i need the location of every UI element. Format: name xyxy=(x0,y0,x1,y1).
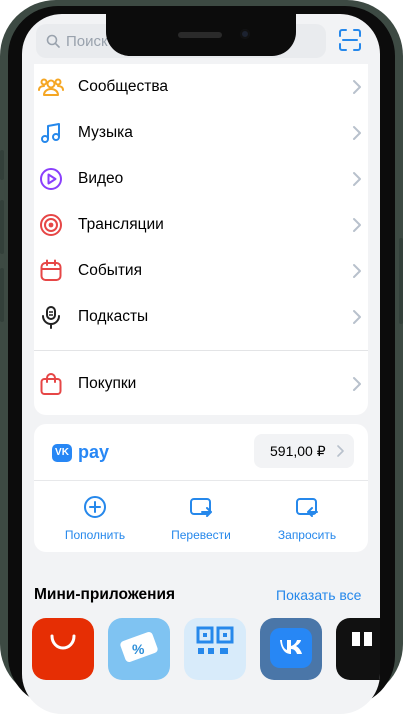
menu-item-label: Сообщества xyxy=(78,78,169,95)
menu-item-purchases[interactable]: Покупки xyxy=(34,361,368,407)
chevron-right-icon xyxy=(353,218,361,232)
vk-logo-icon: VK xyxy=(52,443,72,462)
menu-item-label: Видео xyxy=(78,170,124,187)
request-button[interactable]: Запросить xyxy=(257,494,357,542)
svg-text:%: % xyxy=(132,641,145,657)
menu-item-events[interactable]: События xyxy=(34,248,368,294)
chevron-right-icon xyxy=(353,126,361,140)
menu-item-label: Музыка xyxy=(78,124,133,141)
wallet-request-icon xyxy=(296,498,318,517)
video-play-icon xyxy=(38,166,64,192)
vk-pay-logo[interactable]: VK pay xyxy=(52,442,109,463)
power-button xyxy=(399,238,403,324)
broadcast-icon xyxy=(38,212,64,238)
chevron-right-icon xyxy=(353,310,361,324)
volume-up-button xyxy=(0,200,4,254)
menu-item-label: События xyxy=(78,262,142,279)
services-menu: Сообщества Музыка Видео Трансляции Событ… xyxy=(34,64,368,415)
mini-apps-row: % xyxy=(32,618,380,680)
plus-circle-icon xyxy=(84,496,106,518)
chevron-right-icon xyxy=(353,172,361,186)
menu-item-broadcasts[interactable]: Трансляции xyxy=(34,202,368,248)
chevron-right-icon xyxy=(353,377,361,391)
phone-frame: Поиск Сообщества Музыка Видео Трансляции… xyxy=(0,0,403,714)
request-label: Запросить xyxy=(277,528,337,542)
vk-pay-card: VK pay 591,00 ₽ Пополнить Перевести Запр… xyxy=(34,424,368,552)
menu-item-video[interactable]: Видео xyxy=(34,156,368,202)
search-icon xyxy=(46,34,60,48)
menu-item-label: Подкасты xyxy=(78,308,149,325)
wallet-send-icon xyxy=(190,498,212,517)
calendar-icon xyxy=(38,258,64,284)
transfer-button[interactable]: Перевести xyxy=(151,494,251,542)
communities-icon xyxy=(38,74,64,100)
balance-button[interactable]: 591,00 ₽ xyxy=(254,434,354,468)
transfer-label: Перевести xyxy=(171,528,231,542)
top-up-label: Пополнить xyxy=(64,528,126,542)
menu-item-music[interactable]: Музыка xyxy=(34,110,368,156)
app-screen: Поиск Сообщества Музыка Видео Трансляции… xyxy=(22,14,380,714)
black-app-icon[interactable] xyxy=(336,618,380,680)
music-note-icon xyxy=(38,120,64,146)
pay-divider xyxy=(34,480,368,481)
balance-amount: 591,00 ₽ xyxy=(270,442,326,459)
scan-qr-icon[interactable] xyxy=(338,28,362,52)
front-camera xyxy=(240,29,250,39)
top-up-button[interactable]: Пополнить xyxy=(45,494,145,542)
search-placeholder: Поиск xyxy=(66,32,108,50)
chevron-right-icon xyxy=(353,80,361,94)
vk-app-icon[interactable] xyxy=(260,618,322,680)
chevron-right-icon xyxy=(337,445,344,457)
notch xyxy=(106,14,296,56)
volume-down-button xyxy=(0,268,4,322)
side-button xyxy=(0,150,4,180)
menu-item-label: Трансляции xyxy=(78,216,164,233)
menu-item-label: Покупки xyxy=(78,375,137,392)
pay-brand-label: pay xyxy=(78,442,110,462)
aliexpress-app-icon[interactable] xyxy=(32,618,94,680)
menu-item-communities[interactable]: Сообщества xyxy=(34,64,368,110)
discount-ticket-app-icon[interactable]: % xyxy=(108,618,170,680)
show-all-link[interactable]: Показать все xyxy=(276,587,361,603)
chevron-right-icon xyxy=(353,264,361,278)
menu-item-podcasts[interactable]: Подкасты xyxy=(34,294,368,340)
qr-code-app-icon[interactable] xyxy=(184,618,246,680)
shopping-bag-icon xyxy=(38,371,64,397)
speaker xyxy=(178,32,222,38)
menu-divider xyxy=(34,350,368,351)
podcast-mic-icon xyxy=(38,304,64,330)
mini-apps-title: Мини-приложения xyxy=(34,586,176,603)
